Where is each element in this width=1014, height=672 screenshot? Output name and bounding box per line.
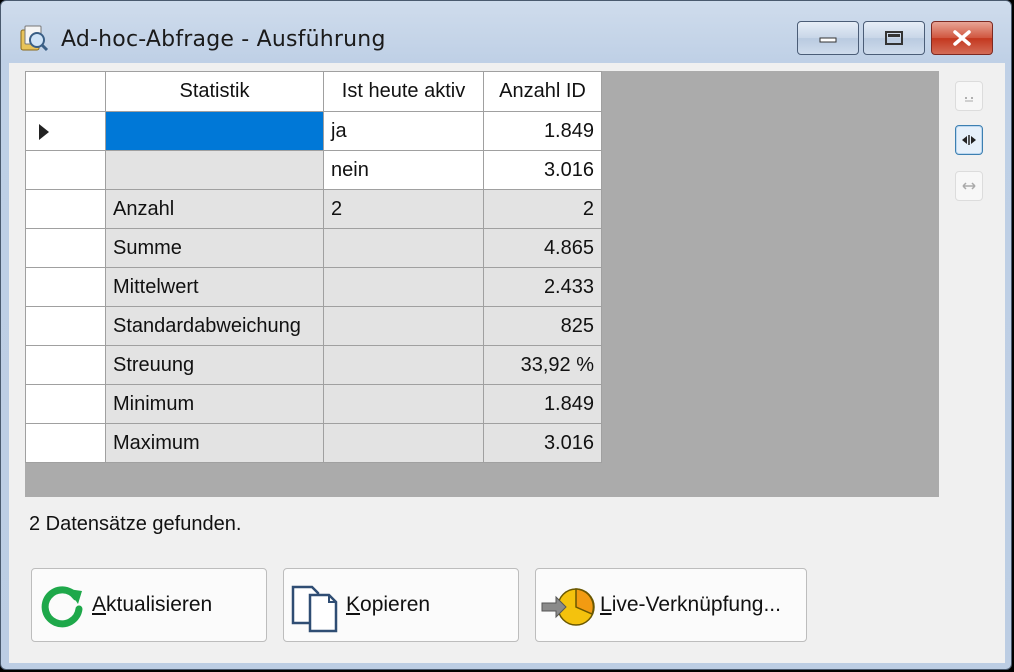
row-header[interactable] bbox=[25, 345, 106, 385]
table-cell-anzahl[interactable]: 3.016 bbox=[483, 423, 602, 463]
table-row[interactable]: ja 1.849 bbox=[25, 111, 602, 151]
column-header-statistik[interactable]: Statistik bbox=[105, 71, 324, 112]
maximize-icon bbox=[885, 31, 903, 45]
current-row-arrow-icon bbox=[39, 124, 49, 140]
window-title: Ad-hoc-Abfrage - Ausführung bbox=[61, 27, 386, 52]
table-cell-aktiv[interactable] bbox=[323, 306, 484, 346]
table-cell-aktiv[interactable]: 2 bbox=[323, 189, 484, 229]
fit-columns-icon bbox=[962, 135, 976, 145]
table-cell-aktiv[interactable] bbox=[323, 267, 484, 307]
table-cell-aktiv[interactable]: nein bbox=[323, 150, 484, 190]
row-header[interactable] bbox=[25, 384, 106, 424]
table-row[interactable]: Summe 4.865 bbox=[25, 228, 602, 268]
live-link-chart-icon bbox=[541, 588, 595, 626]
table-cell-statistik[interactable]: Streuung bbox=[105, 345, 324, 385]
table-cell-anzahl[interactable]: 33,92 % bbox=[483, 345, 602, 385]
table-cell-statistik[interactable]: Standardabweichung bbox=[105, 306, 324, 346]
autosize-columns-icon bbox=[965, 97, 973, 102]
table-cell-anzahl[interactable]: 2.433 bbox=[483, 267, 602, 307]
table-cell-statistik[interactable]: Minimum bbox=[105, 384, 324, 424]
table-cell-anzahl[interactable]: 4.865 bbox=[483, 228, 602, 268]
copy-icon bbox=[291, 585, 338, 633]
row-header[interactable] bbox=[25, 423, 106, 463]
row-header[interactable] bbox=[25, 189, 106, 229]
live-link-button[interactable]: Live-Verknüpfung... bbox=[535, 568, 807, 642]
autosize-columns-button[interactable] bbox=[955, 81, 983, 111]
row-header[interactable] bbox=[25, 150, 106, 190]
table-row[interactable]: Minimum 1.849 bbox=[25, 384, 602, 424]
close-icon bbox=[953, 30, 971, 46]
table-cell-aktiv[interactable]: ja bbox=[323, 111, 484, 151]
table-cell-anzahl[interactable]: 1.849 bbox=[483, 384, 602, 424]
corner-header-cell[interactable] bbox=[25, 71, 106, 112]
table-cell-anzahl[interactable]: 825 bbox=[483, 306, 602, 346]
table-row[interactable]: Anzahl 2 2 bbox=[25, 189, 602, 229]
table-cell-aktiv[interactable] bbox=[323, 228, 484, 268]
fit-columns-button[interactable] bbox=[955, 125, 983, 155]
table-cell-anzahl[interactable]: 2 bbox=[483, 189, 602, 229]
refresh-icon bbox=[41, 586, 83, 628]
row-header[interactable] bbox=[25, 306, 106, 346]
title-bar[interactable]: Ad-hoc-Abfrage - Ausführung bbox=[1, 1, 1011, 63]
row-header[interactable] bbox=[25, 111, 106, 151]
data-grid: Statistik Ist heute aktiv Anzahl ID ja 1… bbox=[25, 71, 939, 497]
row-header[interactable] bbox=[25, 267, 106, 307]
row-header[interactable] bbox=[25, 228, 106, 268]
minimize-icon bbox=[819, 37, 837, 43]
close-button[interactable] bbox=[931, 21, 993, 55]
results-table: Statistik Ist heute aktiv Anzahl ID ja 1… bbox=[25, 71, 602, 463]
table-row[interactable]: Streuung 33,92 % bbox=[25, 345, 602, 385]
app-window: Ad-hoc-Abfrage - Ausführung Statistik Is… bbox=[0, 0, 1012, 670]
table-cell-statistik[interactable]: Anzahl bbox=[105, 189, 324, 229]
copy-label: Kopieren bbox=[346, 593, 431, 616]
table-cell-aktiv[interactable] bbox=[323, 345, 484, 385]
table-row[interactable]: nein 3.016 bbox=[25, 150, 602, 190]
table-cell-statistik[interactable] bbox=[105, 150, 324, 190]
column-header-ist-heute-aktiv[interactable]: Ist heute aktiv bbox=[323, 71, 484, 112]
refresh-label: Aktualisieren bbox=[92, 593, 213, 616]
table-cell-anzahl[interactable]: 1.849 bbox=[483, 111, 602, 151]
table-row[interactable]: Maximum 3.016 bbox=[25, 423, 602, 463]
maximize-button[interactable] bbox=[863, 21, 925, 55]
table-row[interactable]: Standardabweichung 825 bbox=[25, 306, 602, 346]
table-cell-statistik[interactable] bbox=[105, 111, 324, 151]
query-app-icon bbox=[20, 25, 49, 52]
table-cell-anzahl[interactable]: 3.016 bbox=[483, 150, 602, 190]
minimize-button[interactable] bbox=[797, 21, 859, 55]
table-cell-statistik[interactable]: Mittelwert bbox=[105, 267, 324, 307]
expand-columns-icon bbox=[962, 182, 976, 190]
copy-button[interactable]: Kopieren bbox=[283, 568, 519, 642]
status-text: 2 Datensätze gefunden. bbox=[29, 513, 242, 535]
refresh-button[interactable]: Aktualisieren bbox=[31, 568, 267, 642]
live-link-label: Live-Verknüpfung... bbox=[600, 593, 781, 616]
client-area: Statistik Ist heute aktiv Anzahl ID ja 1… bbox=[9, 63, 1005, 663]
column-header-anzahl-id[interactable]: Anzahl ID bbox=[483, 71, 602, 112]
expand-columns-button[interactable] bbox=[955, 171, 983, 201]
table-cell-aktiv[interactable] bbox=[323, 384, 484, 424]
table-cell-statistik[interactable]: Summe bbox=[105, 228, 324, 268]
table-header-row: Statistik Ist heute aktiv Anzahl ID bbox=[25, 71, 602, 112]
table-row[interactable]: Mittelwert 2.433 bbox=[25, 267, 602, 307]
table-cell-statistik[interactable]: Maximum bbox=[105, 423, 324, 463]
table-cell-aktiv[interactable] bbox=[323, 423, 484, 463]
